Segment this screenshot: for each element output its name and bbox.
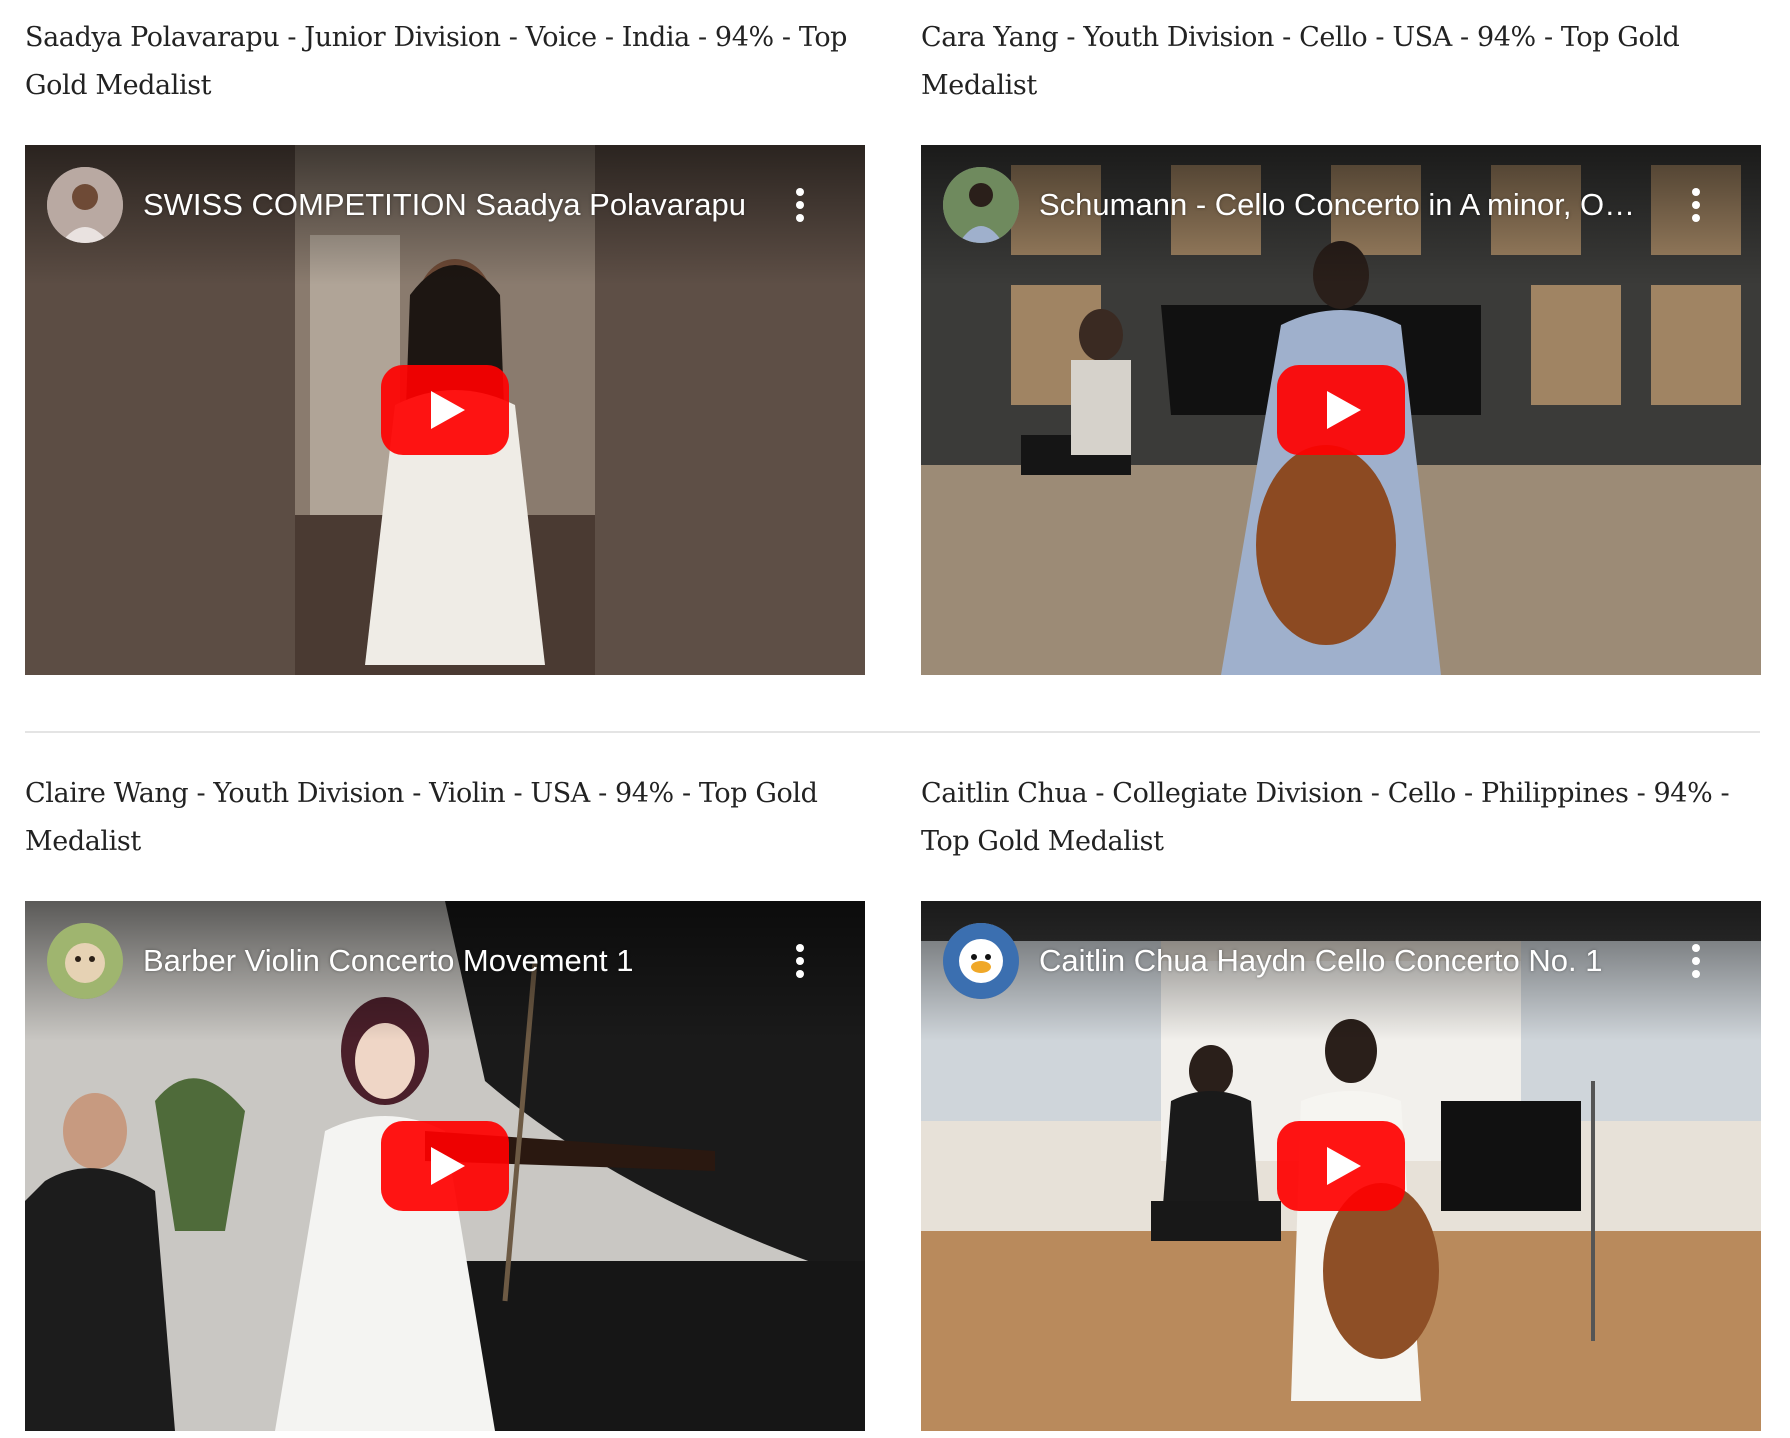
- video-title[interactable]: Barber Violin Concerto Movement 1: [143, 941, 753, 981]
- entry-caitlin: Caitlin Chua - Collegiate Division - Cel…: [921, 770, 1761, 1431]
- section-divider: [25, 731, 1760, 733]
- channel-avatar[interactable]: [943, 167, 1019, 243]
- play-icon[interactable]: [381, 365, 509, 455]
- entry-claire: Claire Wang - Youth Division - Violin - …: [25, 770, 865, 1431]
- more-vert-icon[interactable]: [1689, 943, 1703, 979]
- channel-avatar[interactable]: [47, 923, 123, 999]
- play-icon[interactable]: [381, 1121, 509, 1211]
- video-embed[interactable]: SWISS COMPETITION Saadya Polavarapu: [25, 145, 865, 675]
- play-icon[interactable]: [1277, 1121, 1405, 1211]
- channel-avatar[interactable]: [943, 923, 1019, 999]
- video-title[interactable]: Schumann - Cello Concerto in A minor, Op…: [1039, 185, 1649, 225]
- entry-caption: Cara Yang - Youth Division - Cello - USA…: [921, 22, 1680, 101]
- video-embed[interactable]: Barber Violin Concerto Movement 1: [25, 901, 865, 1431]
- entry-saadya: Saadya Polavarapu - Junior Division - Vo…: [25, 14, 865, 675]
- more-vert-icon[interactable]: [1689, 187, 1703, 223]
- entry-caption: Claire Wang - Youth Division - Violin - …: [25, 778, 818, 857]
- entry-caption: Caitlin Chua - Collegiate Division - Cel…: [921, 778, 1730, 857]
- more-vert-icon[interactable]: [793, 187, 807, 223]
- video-title[interactable]: SWISS COMPETITION Saadya Polavarapu: [143, 185, 753, 225]
- video-title[interactable]: Caitlin Chua Haydn Cello Concerto No. 1: [1039, 941, 1649, 981]
- play-icon[interactable]: [1277, 365, 1405, 455]
- entry-cara: Cara Yang - Youth Division - Cello - USA…: [921, 14, 1761, 675]
- video-embed[interactable]: Schumann - Cello Concerto in A minor, Op…: [921, 145, 1761, 675]
- video-embed[interactable]: Caitlin Chua Haydn Cello Concerto No. 1: [921, 901, 1761, 1431]
- channel-avatar[interactable]: [47, 167, 123, 243]
- entry-caption: Saadya Polavarapu - Junior Division - Vo…: [25, 22, 848, 101]
- more-vert-icon[interactable]: [793, 943, 807, 979]
